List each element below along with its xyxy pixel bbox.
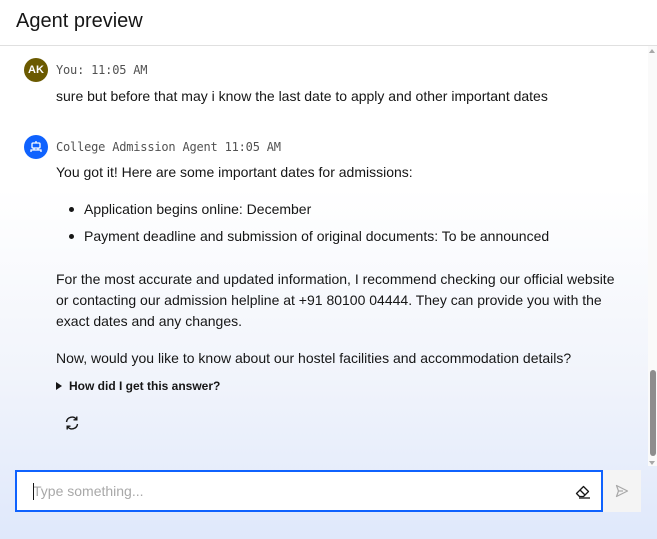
list-item: Payment deadline and submission of origi… — [56, 223, 549, 250]
message-meta: You: 11:05 AM — [56, 63, 148, 77]
user-message-text: sure but before that may i know the last… — [56, 88, 548, 104]
robot-icon — [24, 135, 48, 159]
eraser-icon[interactable] — [574, 482, 592, 500]
regenerate-icon[interactable] — [63, 414, 81, 432]
text-caret — [33, 483, 34, 500]
disclosure-label: How did I get this answer? — [69, 379, 221, 393]
list-item: Application begins online: December — [56, 196, 549, 223]
scroll-up-icon[interactable] — [649, 49, 655, 53]
message-input[interactable] — [33, 481, 553, 501]
page-title: Agent preview — [16, 10, 143, 32]
user-message-header: AK You: 11:05 AM — [24, 58, 148, 82]
send-icon — [615, 484, 629, 498]
header: Agent preview — [0, 0, 657, 46]
agent-intro-text: You got it! Here are some important date… — [56, 164, 413, 180]
chat-log[interactable]: AK You: 11:05 AM sure but before that ma… — [0, 46, 648, 466]
message-meta: College Admission Agent 11:05 AM — [56, 140, 281, 154]
agent-paragraph: For the most accurate and updated inform… — [56, 271, 615, 329]
answer-explanation-toggle[interactable]: How did I get this answer? — [56, 379, 220, 393]
agent-message-header: College Admission Agent 11:05 AM — [24, 135, 281, 159]
message-composer — [15, 470, 603, 512]
avatar: AK — [24, 58, 48, 82]
send-button[interactable] — [603, 470, 641, 512]
scrollbar-thumb[interactable] — [650, 370, 656, 456]
caret-right-icon — [56, 382, 62, 390]
important-dates-list: Application begins online: December Paym… — [56, 196, 549, 250]
scroll-down-icon[interactable] — [649, 461, 655, 465]
agent-paragraph: Now, would you like to know about our ho… — [56, 350, 572, 366]
